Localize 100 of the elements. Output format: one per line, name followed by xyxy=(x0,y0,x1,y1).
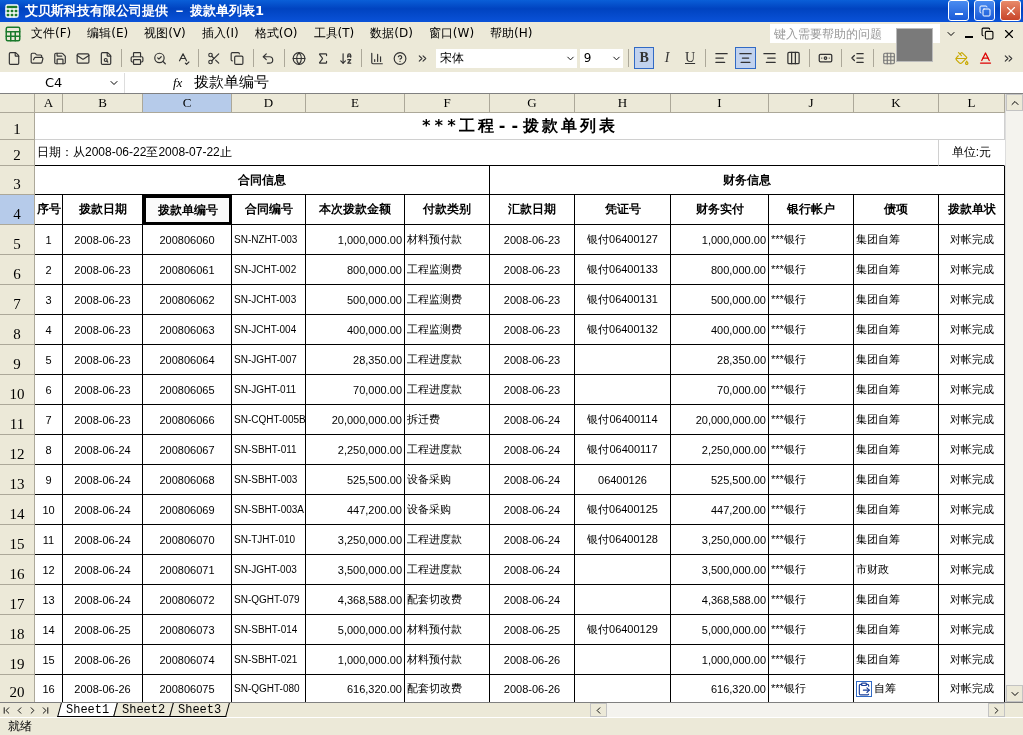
table-cell: 集团自筹 xyxy=(854,345,939,375)
row-header[interactable]: 6 xyxy=(0,255,35,285)
row-header[interactable]: 7 xyxy=(0,285,35,315)
row-header[interactable]: 2 xyxy=(0,140,35,166)
table-cell: 银付06400133 xyxy=(575,255,671,285)
menu-item[interactable]: 插入(I) xyxy=(194,23,246,45)
underline-button[interactable]: U xyxy=(680,47,701,70)
column-header[interactable]: J xyxy=(769,94,854,113)
header-cell[interactable]: 序号 xyxy=(35,195,63,225)
header-cell[interactable]: 合同编号 xyxy=(232,195,306,225)
column-header[interactable]: B xyxy=(63,94,143,113)
restore-button[interactable] xyxy=(974,0,995,22)
column-header[interactable]: E xyxy=(306,94,405,113)
vertical-scrollbar[interactable] xyxy=(1005,94,1023,702)
row-header[interactable]: 5 xyxy=(0,225,35,255)
row-header[interactable]: 20 xyxy=(0,675,35,702)
row-header[interactable]: 19 xyxy=(0,645,35,675)
row-header[interactable]: 12 xyxy=(0,435,35,465)
row-header[interactable]: 9 xyxy=(0,345,35,375)
column-header[interactable]: G xyxy=(490,94,575,113)
row-header[interactable]: 15 xyxy=(0,525,35,555)
sheet-tab[interactable]: Sheet3 xyxy=(169,703,231,717)
column-header[interactable]: K xyxy=(854,94,939,113)
table-cell: 银付06400132 xyxy=(575,315,671,345)
header-cell[interactable]: 汇款日期 xyxy=(490,195,575,225)
column-header[interactable]: C xyxy=(143,94,232,113)
table-cell: 447,200.00 xyxy=(306,495,405,525)
row-header[interactable]: 1 xyxy=(0,113,35,140)
header-cell[interactable]: 本次拨款金额 xyxy=(306,195,405,225)
menu-item[interactable]: 窗口(W) xyxy=(421,23,482,45)
row-header[interactable]: 18 xyxy=(0,615,35,645)
column-header[interactable]: D xyxy=(232,94,306,113)
scroll-right-button[interactable] xyxy=(988,703,1005,717)
column-header[interactable]: F xyxy=(405,94,490,113)
table-cell: 3 xyxy=(35,285,63,315)
menu-item[interactable]: 编辑(E) xyxy=(80,23,136,45)
table-cell: 2008-06-24 xyxy=(490,555,575,585)
row-header[interactable]: 11 xyxy=(0,405,35,435)
italic-button[interactable]: I xyxy=(657,47,678,70)
row-header[interactable]: 3 xyxy=(0,166,35,195)
table-cell: 2008-06-26 xyxy=(63,645,143,675)
table-cell: 2,250,000.00 xyxy=(306,435,405,465)
menu-item[interactable]: 视图(V) xyxy=(137,23,193,45)
paste-options-icon[interactable] xyxy=(856,680,872,697)
align-center-button[interactable] xyxy=(735,47,756,70)
row-header[interactable]: 14 xyxy=(0,495,35,525)
table-cell: ***银行 xyxy=(769,375,854,405)
table-cell: 2008-06-24 xyxy=(63,585,143,615)
column-header[interactable]: A xyxy=(35,94,63,113)
restore-button[interactable] xyxy=(978,27,997,41)
table-cell: SN-CQHT-005B xyxy=(232,405,306,435)
table-cell: 2008-06-23 xyxy=(63,375,143,405)
table-cell: 447,200.00 xyxy=(671,495,769,525)
table-cell: 工程进度款 xyxy=(405,525,490,555)
header-cell[interactable]: 拨款单编号 xyxy=(143,195,232,225)
table-cell: 工程监测费 xyxy=(405,285,490,315)
formula-value[interactable]: 拨款单编号 xyxy=(194,73,270,93)
scroll-left-button[interactable] xyxy=(590,703,607,717)
table-cell: 8 xyxy=(35,435,63,465)
table-cell: 11 xyxy=(35,525,63,555)
scroll-down-button[interactable] xyxy=(1006,685,1023,702)
header-cell[interactable]: 付款类别 xyxy=(405,195,490,225)
scroll-up-button[interactable] xyxy=(1006,94,1023,111)
table-cell: 2008-06-23 xyxy=(63,255,143,285)
sheet-tab[interactable]: Sheet2 xyxy=(113,703,175,717)
table-cell: 3,500,000.00 xyxy=(671,555,769,585)
font-size-field[interactable]: 9 xyxy=(579,48,624,68)
sheet-tab[interactable]: Sheet1 xyxy=(57,703,119,717)
font-field[interactable]: 宋体 xyxy=(435,48,577,68)
header-cell[interactable]: 银行帐户 xyxy=(769,195,854,225)
column-header[interactable]: L xyxy=(939,94,1005,113)
table-cell: 3,250,000.00 xyxy=(306,525,405,555)
table-cell: 200806062 xyxy=(143,285,232,315)
column-header[interactable]: I xyxy=(671,94,769,113)
menu-item[interactable]: 文件(F) xyxy=(24,23,79,45)
row-header[interactable]: 17 xyxy=(0,585,35,615)
horizontal-scrollbar[interactable] xyxy=(590,703,1005,717)
bold-button[interactable]: B xyxy=(634,47,655,70)
row-header[interactable]: 10 xyxy=(0,375,35,405)
row-header[interactable]: 4 xyxy=(0,195,35,225)
menu-item[interactable]: 帮助(H) xyxy=(483,23,540,45)
row-header[interactable]: 13 xyxy=(0,465,35,495)
function-label[interactable]: fx xyxy=(173,74,183,91)
row-header[interactable]: 8 xyxy=(0,315,35,345)
help-icon xyxy=(392,50,407,66)
table-cell: 工程进度款 xyxy=(405,555,490,585)
row-header[interactable]: 16 xyxy=(0,555,35,585)
menu-item[interactable]: 格式(O) xyxy=(247,23,305,45)
table-cell: 2008-06-23 xyxy=(490,375,575,405)
minimize-button[interactable] xyxy=(948,0,969,22)
header-cell[interactable]: 债项 xyxy=(854,195,939,225)
name-box[interactable]: C4 xyxy=(0,72,125,93)
table-cell: 400,000.00 xyxy=(306,315,405,345)
column-header[interactable]: H xyxy=(575,94,671,113)
header-cell[interactable]: 财务实付 xyxy=(671,195,769,225)
menu-item[interactable]: 数据(D) xyxy=(363,23,420,45)
header-cell[interactable]: 凭证号 xyxy=(575,195,671,225)
close-button[interactable] xyxy=(1000,0,1021,22)
table-cell: SN-NZHT-003 xyxy=(232,225,306,255)
menu-item[interactable]: 工具(T) xyxy=(306,23,362,45)
